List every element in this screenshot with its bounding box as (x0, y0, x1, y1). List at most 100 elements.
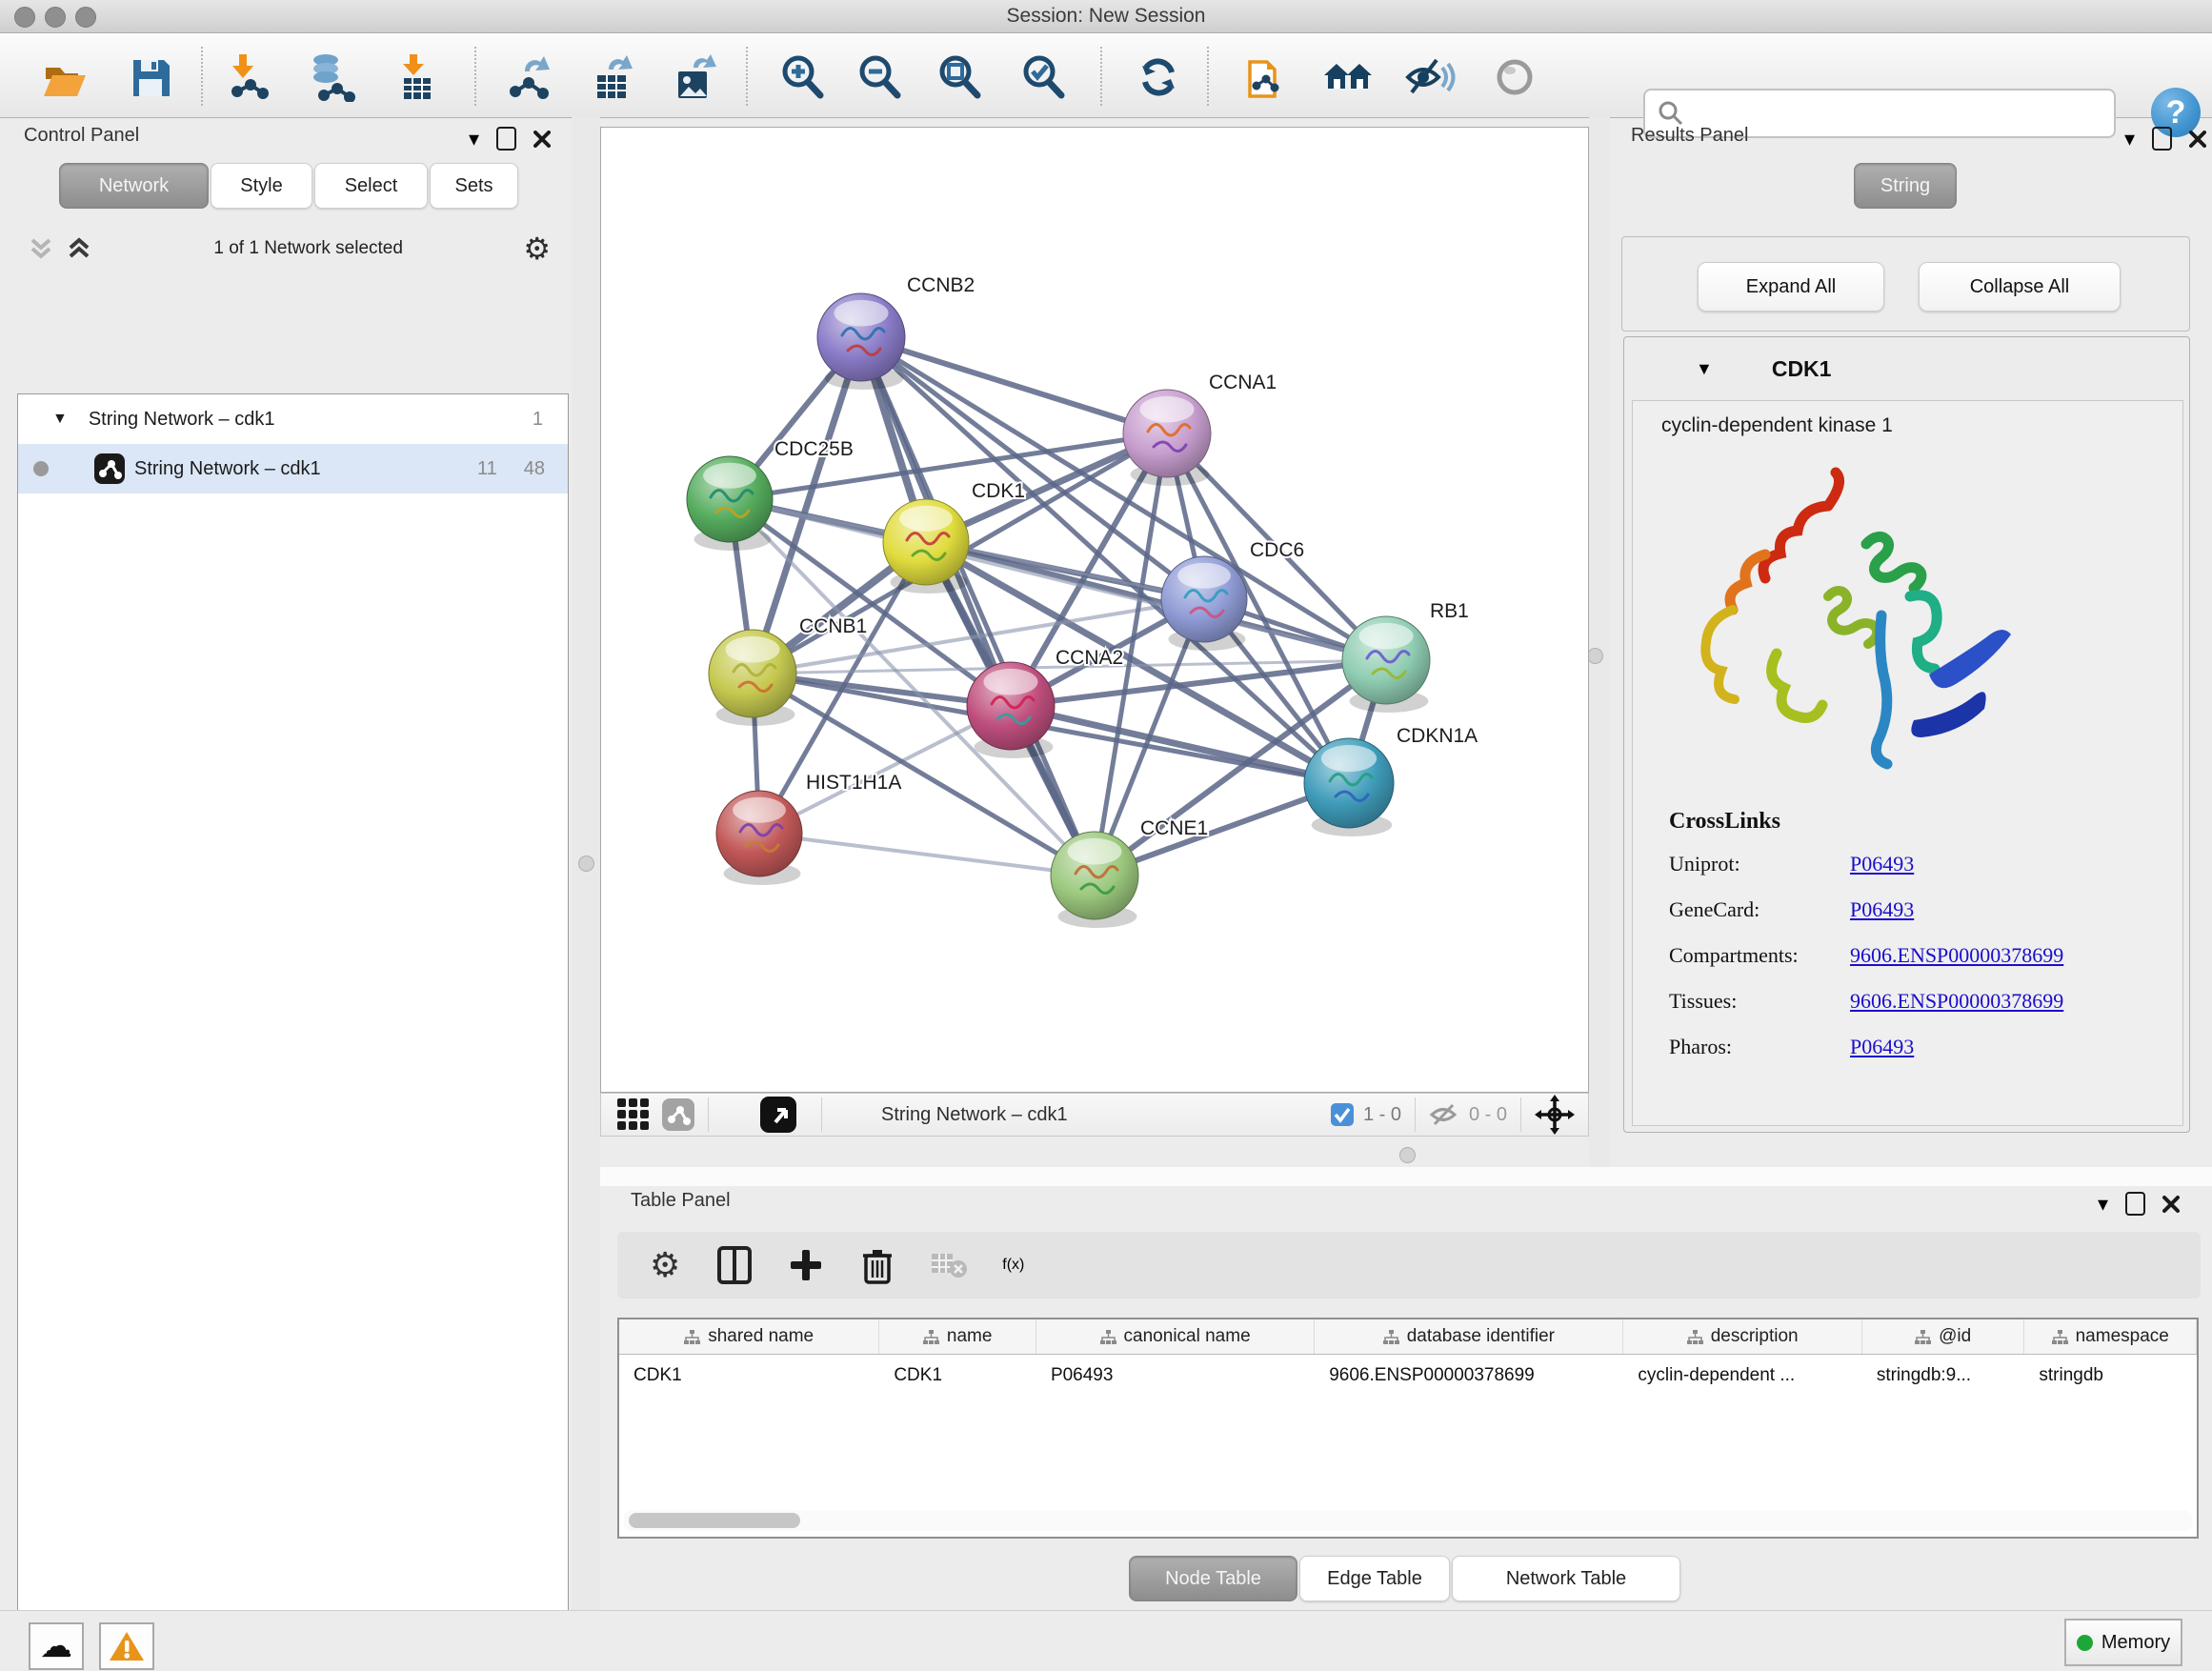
share-document-icon[interactable] (1240, 50, 1294, 104)
function-builder-icon[interactable]: f(x) (1002, 1257, 1024, 1274)
column-header-@id[interactable]: @id (1862, 1319, 2025, 1354)
table-cell[interactable]: stringdb (2024, 1365, 2197, 1386)
collapse-all-button[interactable]: Collapse All (1919, 262, 2121, 312)
column-type-icon (923, 1330, 939, 1344)
warnings-button[interactable] (99, 1622, 154, 1670)
table-options-gear-icon[interactable]: ⚙ (650, 1248, 680, 1282)
hide-graphics-eye-icon[interactable] (1402, 50, 1456, 104)
crosslink-link[interactable]: 9606.ENSP00000378699 (1850, 989, 2063, 1014)
tab-node-table[interactable]: Node Table (1129, 1556, 1297, 1601)
tab-sets[interactable]: Sets (430, 163, 518, 209)
panel-close-icon[interactable] (533, 131, 551, 148)
panel-menu-caret-icon[interactable]: ▾ (2098, 1194, 2108, 1215)
pan-crosshair-icon[interactable] (1535, 1095, 1575, 1135)
delete-table-icon[interactable] (930, 1250, 968, 1280)
network-node-CDKN1A[interactable] (1304, 738, 1394, 836)
bottom-splitter-handle[interactable] (1399, 1147, 1416, 1163)
network-node-CCNE1[interactable] (1051, 832, 1138, 928)
export-table-icon[interactable] (586, 50, 639, 104)
network-node-RB1[interactable] (1342, 616, 1430, 713)
table-row[interactable]: CDK1CDK1P064939606.ENSP00000378699cyclin… (619, 1355, 2197, 1397)
show-columns-icon[interactable] (716, 1245, 753, 1285)
network-node-CCNA1[interactable] (1123, 390, 1211, 486)
memory-button[interactable]: Memory (2064, 1619, 2182, 1666)
export-image-icon[interactable] (669, 50, 722, 104)
crosslink-link[interactable]: 9606.ENSP00000378699 (1850, 943, 2063, 968)
network-node-CCNB1[interactable] (709, 630, 796, 726)
open-in-window-icon[interactable] (760, 1097, 796, 1133)
gene-section-header[interactable]: ▼ CDK1 (1624, 337, 2189, 400)
column-header-description[interactable]: description (1623, 1319, 1861, 1354)
import-network-file-icon[interactable] (220, 50, 273, 104)
refresh-icon[interactable] (1132, 50, 1185, 104)
collapse-all-icon[interactable] (27, 234, 55, 263)
panel-close-icon[interactable] (2162, 1196, 2180, 1213)
panel-menu-caret-icon[interactable]: ▾ (469, 129, 479, 150)
add-column-icon[interactable] (789, 1248, 823, 1282)
network-canvas[interactable]: CCNB2CCNA1CDC25BCDK1CDC6RB1CCNB1CCNA2CDK… (600, 127, 1589, 1093)
cloud-button[interactable]: ☁ (29, 1622, 84, 1670)
expand-all-icon[interactable] (65, 234, 93, 263)
table-cell[interactable]: 9606.ENSP00000378699 (1315, 1365, 1623, 1386)
zoom-in-icon[interactable] (776, 50, 830, 104)
network-node-CDC6[interactable] (1161, 556, 1247, 651)
export-network-icon[interactable] (502, 50, 555, 104)
crosslink-link[interactable]: P06493 (1850, 1035, 1914, 1059)
hidden-eye-icon[interactable] (1429, 1102, 1459, 1127)
zoom-selected-icon[interactable] (1017, 50, 1071, 104)
import-network-database-icon[interactable] (305, 50, 358, 104)
table-cell[interactable]: CDK1 (619, 1365, 879, 1386)
open-session-icon[interactable] (38, 50, 91, 104)
right-splitter[interactable] (1589, 117, 1610, 1167)
table-cell[interactable]: cyclin-dependent ... (1623, 1365, 1861, 1386)
network-node-CDK1[interactable] (883, 499, 969, 594)
panel-float-icon[interactable] (496, 127, 516, 151)
column-header-name[interactable]: name (879, 1319, 1036, 1354)
table-cell[interactable]: stringdb:9... (1862, 1365, 2025, 1386)
section-collapse-caret-icon[interactable]: ▼ (1696, 360, 1713, 377)
network-node-CCNA2[interactable] (967, 662, 1055, 758)
column-header-canonical-name[interactable]: canonical name (1036, 1319, 1315, 1354)
column-header-shared-name[interactable]: shared name (619, 1319, 879, 1354)
zoom-out-icon[interactable] (854, 50, 907, 104)
string-network-graph[interactable]: CCNB2CCNA1CDC25BCDK1CDC6RB1CCNB1CCNA2CDK… (601, 128, 1588, 1092)
import-table-file-icon[interactable] (391, 50, 444, 104)
panel-float-icon[interactable] (2125, 1192, 2145, 1216)
left-splitter-handle[interactable] (578, 856, 594, 872)
expand-all-button[interactable]: Expand All (1698, 262, 1884, 312)
crosslink-link[interactable]: P06493 (1850, 852, 1914, 876)
tab-select[interactable]: Select (314, 163, 428, 209)
homes-icon[interactable] (1322, 50, 1376, 104)
table-cell[interactable]: CDK1 (879, 1365, 1036, 1386)
tab-edge-table[interactable]: Edge Table (1299, 1556, 1450, 1601)
tab-network[interactable]: Network (59, 163, 209, 209)
zoom-fit-icon[interactable] (934, 50, 987, 104)
panel-menu-caret-icon[interactable]: ▾ (2124, 129, 2135, 150)
node-table[interactable]: shared namenamecanonical namedatabase id… (617, 1318, 2199, 1539)
scrollbar-thumb[interactable] (629, 1513, 800, 1528)
panel-float-icon[interactable] (2152, 127, 2172, 151)
crosslink-link[interactable]: P06493 (1850, 897, 1914, 922)
network-node-CDC25B[interactable] (687, 456, 773, 551)
column-header-database-identifier[interactable]: database identifier (1315, 1319, 1623, 1354)
network-collection-row[interactable]: ▼ String Network – cdk1 1 (18, 394, 568, 444)
render-sphere-icon[interactable] (1488, 50, 1541, 104)
delete-column-icon[interactable] (861, 1246, 894, 1284)
panel-close-icon[interactable] (2189, 131, 2206, 148)
right-splitter-handle[interactable] (1587, 648, 1603, 664)
share-view-icon[interactable] (662, 1098, 694, 1131)
column-header-namespace[interactable]: namespace (2024, 1319, 2197, 1354)
network-node-HIST1H1A[interactable] (716, 791, 802, 885)
network-row-selected[interactable]: String Network – cdk1 11 48 (18, 444, 568, 493)
table-cell[interactable]: P06493 (1036, 1365, 1315, 1386)
grid-view-icon[interactable] (616, 1097, 651, 1132)
horizontal-scrollbar[interactable] (623, 1510, 2193, 1531)
collection-expand-caret-icon[interactable]: ▼ (52, 412, 68, 427)
network-node-CCNB2[interactable] (817, 293, 905, 390)
tab-style[interactable]: Style (211, 163, 312, 209)
network-options-gear-icon[interactable]: ⚙ (523, 233, 551, 264)
save-session-icon[interactable] (124, 50, 177, 104)
tab-string[interactable]: String (1854, 163, 1957, 209)
selected-checkbox-icon[interactable] (1331, 1103, 1354, 1126)
tab-network-table[interactable]: Network Table (1452, 1556, 1680, 1601)
